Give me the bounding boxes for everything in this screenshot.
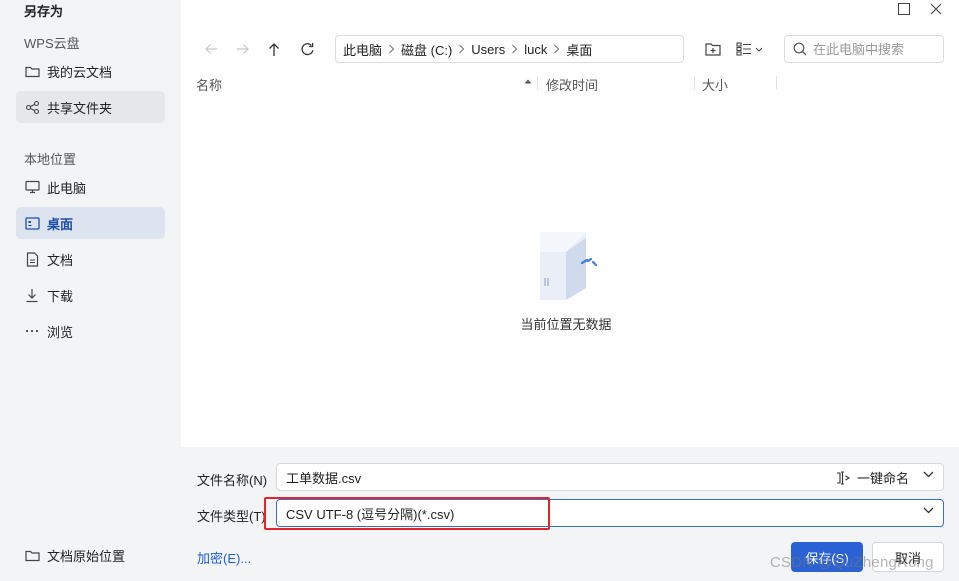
breadcrumb-item-luck[interactable]: luck: [524, 42, 547, 57]
breadcrumb-item-this-pc[interactable]: 此电脑: [343, 40, 382, 59]
maximize-button[interactable]: [894, 0, 914, 18]
filetype-label: 文件类型(T): [197, 509, 266, 524]
filetype-select[interactable]: CSV UTF-8 (逗号分隔)(*.csv): [276, 499, 944, 527]
arrow-right-icon: [236, 43, 250, 55]
sidebar-item-label: 此电脑: [47, 180, 87, 196]
sidebar-item-documents[interactable]: 文档: [16, 243, 165, 275]
sidebar-item-label: 浏览: [47, 324, 74, 340]
back-button[interactable]: [200, 38, 222, 60]
search-box[interactable]: [784, 35, 944, 63]
breadcrumb-item-users[interactable]: Users: [471, 42, 505, 57]
sidebar-item-label: 桌面: [47, 216, 74, 232]
download-icon: [24, 287, 40, 303]
breadcrumb[interactable]: 此电脑 磁盘 (C:) Users luck 桌面: [335, 35, 684, 63]
local-section-label: 本地位置: [24, 152, 77, 167]
folder-icon: [24, 63, 40, 79]
document-icon: [24, 251, 40, 267]
original-location-button[interactable]: 文档原始位置: [16, 539, 165, 571]
refresh-icon: [300, 42, 315, 57]
up-button[interactable]: [263, 38, 285, 60]
sidebar-item-label: 共享文件夹: [47, 100, 113, 116]
monitor-icon: [24, 179, 40, 195]
chevron-right-icon: [511, 44, 518, 54]
original-location-label: 文档原始位置: [47, 548, 126, 564]
sidebar-item-label: 下载: [47, 288, 74, 304]
new-folder-button[interactable]: [703, 38, 723, 60]
share-icon: [24, 99, 40, 115]
one-key-rename-button[interactable]: 一键命名: [836, 468, 909, 487]
breadcrumb-item-disk-c[interactable]: 磁盘 (C:): [401, 40, 452, 59]
folder-icon: [24, 547, 40, 563]
sidebar-item-browse[interactable]: 浏览: [16, 315, 165, 347]
dialog-title: 另存为: [24, 4, 64, 19]
close-icon: [930, 3, 942, 15]
empty-state-message: 当前位置无数据: [520, 317, 612, 332]
forward-button[interactable]: [232, 38, 254, 60]
sidebar-item-label: 文档: [47, 252, 74, 268]
encrypt-link[interactable]: 加密(E)...: [197, 548, 251, 567]
column-divider[interactable]: [537, 76, 538, 90]
filename-field[interactable]: 工单数据.csv 一键命名: [276, 463, 944, 491]
arrow-up-icon: [268, 42, 280, 57]
chevron-right-icon: [553, 44, 560, 54]
filetype-value: CSV UTF-8 (逗号分隔)(*.csv): [286, 506, 455, 522]
filename-input[interactable]: 工单数据.csv: [286, 468, 361, 487]
column-divider[interactable]: [694, 76, 695, 90]
breadcrumb-item-desktop[interactable]: 桌面: [566, 40, 592, 59]
column-header-modified[interactable]: 修改时间: [546, 75, 598, 94]
desktop-icon: [24, 215, 40, 231]
wps-cloud-section-label: WPS云盘: [24, 36, 80, 51]
more-icon: [24, 323, 40, 339]
sidebar-item-desktop[interactable]: 桌面: [16, 207, 165, 239]
view-list-icon: [735, 42, 752, 56]
chevron-down-icon[interactable]: [923, 471, 934, 478]
chevron-right-icon: [458, 44, 465, 54]
column-header-name[interactable]: 名称: [196, 75, 222, 94]
sidebar-item-shared-folder[interactable]: 共享文件夹: [16, 91, 165, 123]
rename-icon: [836, 470, 851, 485]
chevron-right-icon: [388, 44, 395, 54]
refresh-button[interactable]: [296, 38, 318, 60]
chevron-down-icon[interactable]: [923, 507, 934, 514]
close-button[interactable]: [926, 0, 946, 18]
sort-ascending-icon: [524, 79, 532, 84]
column-divider[interactable]: [776, 76, 777, 90]
search-input[interactable]: [813, 41, 938, 57]
maximize-icon: [898, 3, 910, 15]
sidebar: 另存为 WPS云盘 我的云文档 共享文件夹 本地位置 此电脑 桌面 文档 下载 …: [0, 0, 181, 581]
arrow-left-icon: [204, 43, 218, 55]
empty-folder-illustration: [530, 230, 605, 302]
column-header-size[interactable]: 大小: [702, 75, 728, 94]
new-folder-icon: [705, 42, 721, 56]
filename-label: 文件名称(N): [197, 473, 268, 488]
sidebar-item-this-pc[interactable]: 此电脑: [16, 171, 165, 203]
search-icon: [793, 42, 807, 56]
sidebar-item-downloads[interactable]: 下载: [16, 279, 165, 311]
chevron-down-icon: [755, 47, 763, 52]
sidebar-item-label: 我的云文档: [47, 64, 113, 80]
one-key-rename-label: 一键命名: [856, 471, 909, 486]
watermark: CSDN @QuZhengRong: [770, 554, 934, 571]
view-mode-button[interactable]: [734, 38, 764, 60]
sidebar-item-my-cloud-docs[interactable]: 我的云文档: [16, 55, 165, 87]
